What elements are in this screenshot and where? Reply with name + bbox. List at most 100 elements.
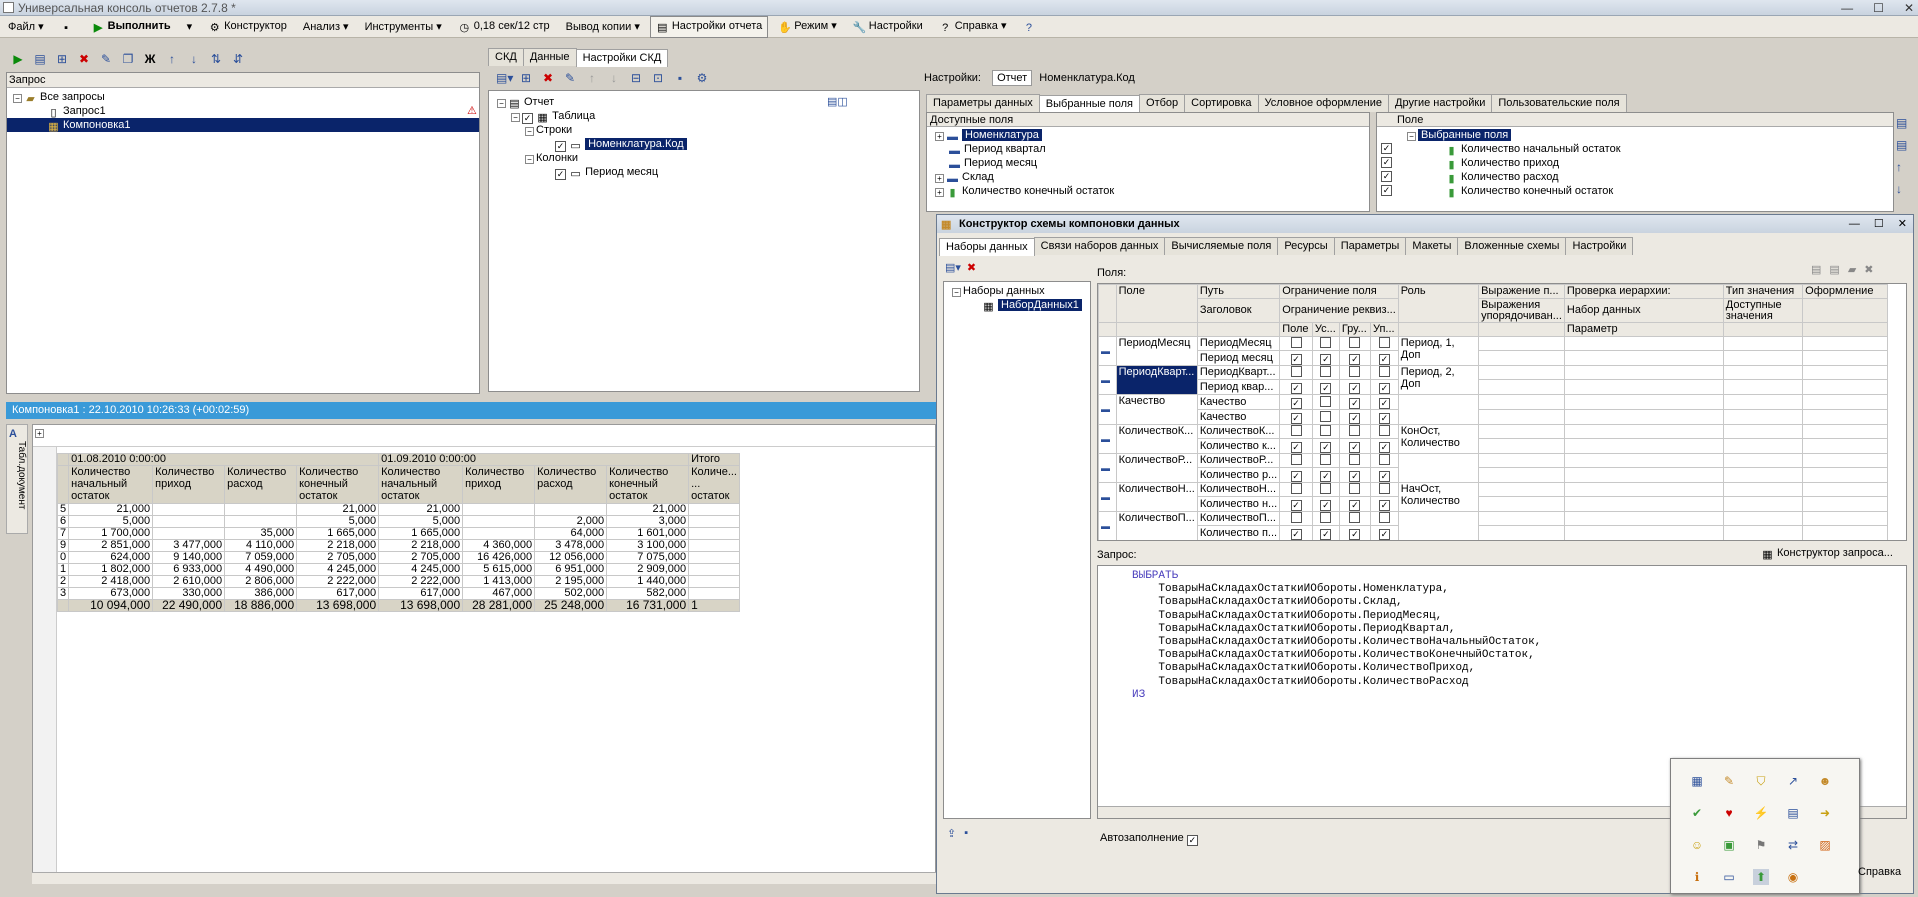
file-menu[interactable]: Файл ▾: [2, 17, 50, 37]
bold-icon[interactable]: Ж: [142, 51, 158, 67]
restriction-checkbox[interactable]: ✓: [1290, 354, 1302, 365]
side-tab-spreadsheet[interactable]: Табл.документ: [6, 424, 28, 534]
field-row-secondary[interactable]: Количество к... ✓ ✓ ✓ ✓: [1099, 438, 1888, 454]
field-expression[interactable]: [1479, 541, 1565, 542]
window-icon[interactable]: ▭: [1721, 869, 1737, 885]
selected-field[interactable]: ✓ ▮ Количество конечный остаток: [1381, 184, 1893, 199]
restriction-checkbox[interactable]: [1320, 454, 1332, 465]
field-role[interactable]: [1397, 453, 1480, 483]
report-row[interactable]: 71 700,000 35,000 1 665,000 1 665,000 64,000…: [56, 527, 740, 540]
spreadsheet-area[interactable]: + 01.08.2010 0:00:00 01.09.2010 0:00:00 Ит…: [32, 424, 936, 884]
field-path[interactable]: ПериодМесяц: [1196, 336, 1281, 351]
tree-node-table[interactable]: − ✓ ▦ Таблица: [497, 109, 919, 124]
field-row[interactable]: ▬ КоличествоК... КоличествоК... КонОст, Кол…: [1098, 424, 1888, 454]
add-child-icon[interactable]: ⊞: [54, 51, 70, 67]
field-hier-dataset[interactable]: [1563, 511, 1724, 526]
field-design[interactable]: [1802, 379, 1888, 395]
restriction-checkbox[interactable]: [1378, 337, 1390, 348]
selected-field[interactable]: ✓ ▮ Количество начальный остаток: [1381, 142, 1893, 157]
field-avail-values[interactable]: [1722, 496, 1804, 512]
field-row-secondary[interactable]: Количество п... ✓ ✓ ✓ ✓: [1099, 525, 1888, 540]
restriction-checkbox[interactable]: ✓: [1378, 413, 1390, 424]
smile-icon[interactable]: ☺: [1689, 837, 1705, 853]
restriction-cell[interactable]: [1279, 424, 1313, 439]
restriction-cell[interactable]: [1311, 424, 1340, 439]
field-design[interactable]: [1802, 336, 1888, 351]
autofill-option[interactable]: Автозаполнение ✓: [1100, 832, 1198, 846]
save-variant-icon[interactable]: ▪: [672, 70, 688, 86]
restriction-checkbox[interactable]: ✓: [1349, 442, 1361, 453]
field-path[interactable]: Номенклатура: [1197, 541, 1279, 542]
network-icon[interactable]: ⇄: [1785, 837, 1801, 853]
field-checkbox[interactable]: ✓: [1381, 143, 1392, 154]
about-button[interactable]: ?: [1016, 16, 1044, 38]
move-up-icon[interactable]: ↑: [1896, 160, 1914, 174]
restriction-checkbox[interactable]: ✓: [1290, 471, 1302, 482]
tab-calculated-fields[interactable]: Вычисляемые поля: [1164, 237, 1279, 255]
restriction-checkbox[interactable]: [1378, 454, 1390, 465]
selected-field[interactable]: ✓ ▮ Количество расход: [1381, 170, 1893, 185]
add-field-icon[interactable]: ▤: [1811, 263, 1821, 276]
restriction-checkbox[interactable]: [1290, 366, 1302, 377]
available-field[interactable]: ▬ Период квартал: [935, 142, 1369, 157]
restriction-cell[interactable]: [1370, 541, 1398, 542]
shield-icon[interactable]: ⛉: [1753, 773, 1769, 789]
delete-dataset-icon[interactable]: ✖: [967, 261, 976, 274]
up-icon[interactable]: ↑: [584, 70, 600, 86]
tab-resources[interactable]: Ресурсы: [1277, 237, 1335, 255]
add-dataset-icon[interactable]: ▤▾: [945, 261, 961, 274]
upload-icon[interactable]: ⬆: [1753, 869, 1769, 885]
edit-icon[interactable]: ✎: [98, 51, 114, 67]
restriction-cell[interactable]: ✓: [1279, 350, 1313, 366]
restriction-checkbox[interactable]: ✓: [1290, 442, 1302, 453]
restriction-cell[interactable]: ✓: [1369, 394, 1399, 410]
tab-datasets[interactable]: Наборы данных: [939, 238, 1035, 256]
collapse-icon[interactable]: −: [511, 113, 520, 122]
restriction-cell[interactable]: [1339, 541, 1370, 542]
field-avail-values[interactable]: [1722, 409, 1804, 425]
field-row[interactable]: ▬ ПериодКварт... ПериодКварт... Период, 2, …: [1098, 365, 1888, 395]
add-grouping-icon[interactable]: ▤▾: [496, 70, 513, 86]
grid-icon[interactable]: ▤: [1785, 805, 1801, 821]
status-help[interactable]: Справка: [1858, 866, 1901, 878]
restriction-checkbox[interactable]: [1378, 512, 1390, 523]
field-expression[interactable]: [1478, 482, 1565, 497]
field-role[interactable]: [1397, 511, 1480, 540]
tree-node-period-month[interactable]: ✓ ▭ Период месяц: [497, 165, 919, 180]
field-expression[interactable]: [1478, 336, 1565, 351]
restriction-checkbox[interactable]: [1290, 483, 1302, 494]
column-group-checkbox[interactable]: ✓: [555, 169, 566, 180]
import-icon[interactable]: ⇪: [947, 827, 956, 840]
restriction-checkbox[interactable]: ✓: [1378, 471, 1390, 482]
tab-data[interactable]: Данные: [522, 48, 577, 66]
run-options-dropdown[interactable]: ▾: [181, 17, 199, 37]
restriction-cell[interactable]: [1338, 336, 1371, 351]
sort-asc-icon[interactable]: ⇅: [208, 51, 224, 67]
field-title[interactable]: Качество: [1196, 409, 1281, 425]
expand-icon[interactable]: +: [935, 132, 944, 141]
add-query-icon[interactable]: ▤: [32, 51, 48, 67]
field-design[interactable]: [1802, 350, 1888, 366]
restriction-checkbox[interactable]: [1320, 337, 1332, 348]
users-icon[interactable]: ☻: [1817, 773, 1833, 789]
field-order-expression[interactable]: [1478, 496, 1565, 512]
tab-selected-fields[interactable]: Выбранные поля: [1038, 95, 1141, 113]
field-design[interactable]: [1802, 525, 1888, 540]
field-order-expression[interactable]: [1478, 350, 1565, 366]
minimize-icon[interactable]: —: [1849, 215, 1860, 233]
restriction-checkbox[interactable]: ✓: [1349, 354, 1361, 365]
collapse-icon[interactable]: −: [525, 155, 534, 164]
field-type-icon[interactable]: ▬: [1098, 482, 1117, 512]
restriction-cell[interactable]: ✓: [1369, 350, 1399, 366]
field-hier-param[interactable]: [1563, 438, 1724, 454]
restriction-cell[interactable]: ✓: [1338, 438, 1371, 454]
mode-menu[interactable]: ✋ Режим ▾: [772, 16, 843, 38]
restriction-cell[interactable]: ✓: [1369, 409, 1399, 425]
document-edit-icon[interactable]: ✎: [1721, 773, 1737, 789]
restriction-cell[interactable]: [1338, 365, 1371, 380]
report-row[interactable]: 5 21,000 21,000 21,000 21,000: [56, 503, 740, 516]
tab-filter[interactable]: Отбор: [1139, 94, 1186, 112]
field-value-type[interactable]: [1722, 482, 1804, 497]
field-design[interactable]: [1802, 511, 1888, 526]
restriction-cell[interactable]: [1279, 336, 1313, 351]
